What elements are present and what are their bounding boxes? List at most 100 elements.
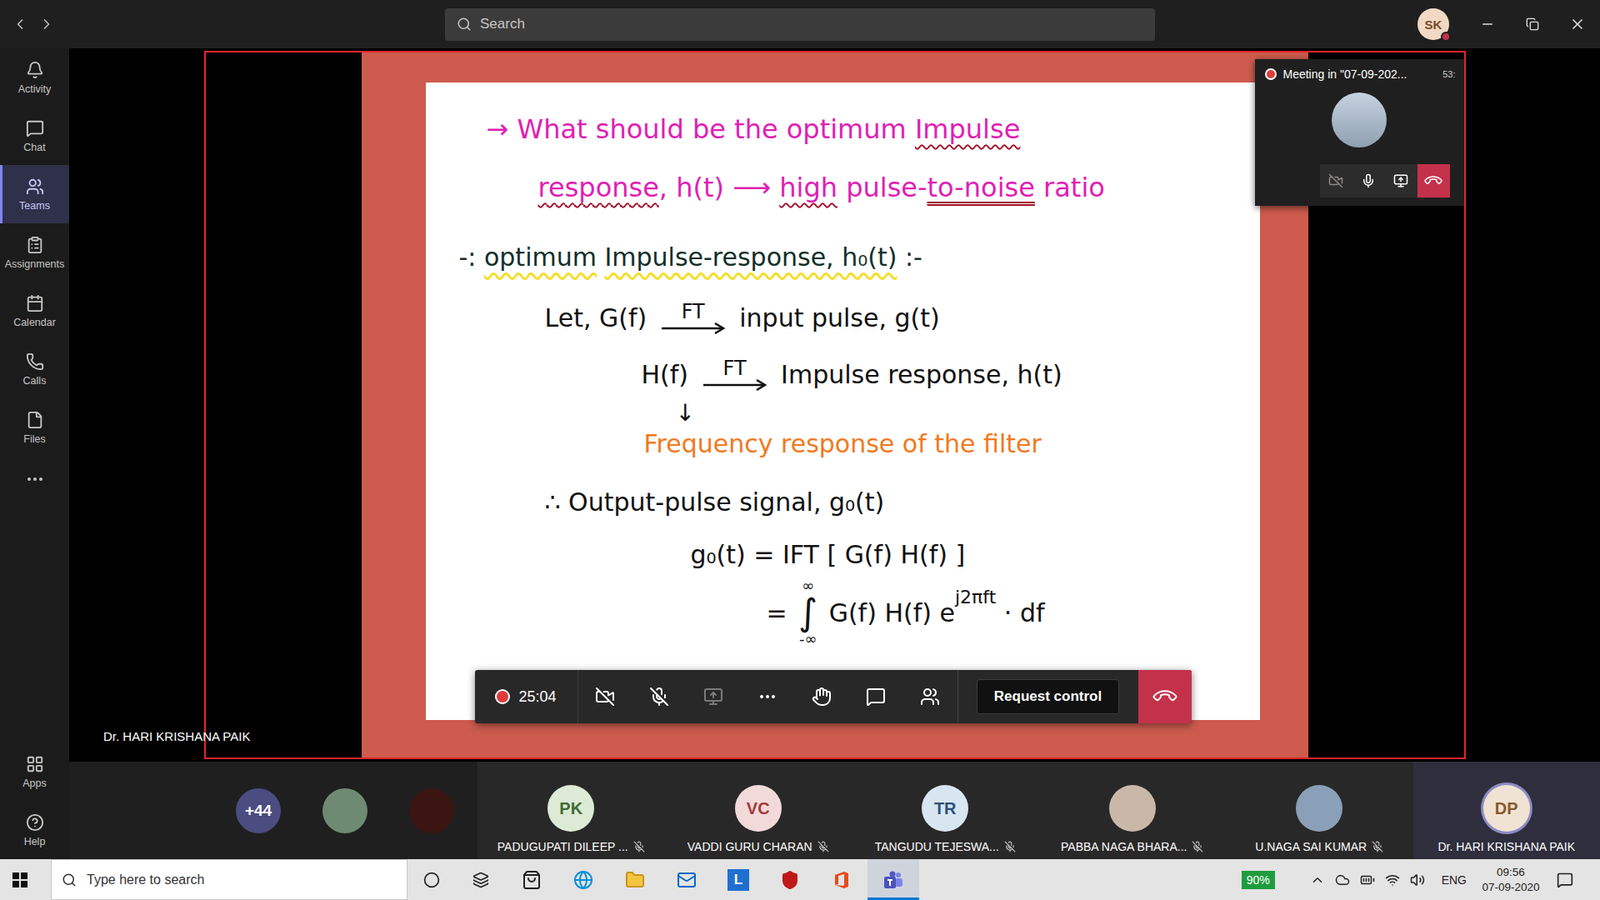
cortana-button[interactable]: [407, 859, 456, 900]
teams-icon: [882, 870, 905, 890]
onedrive-tray[interactable]: [1330, 872, 1355, 888]
taskbar-app[interactable]: [609, 859, 661, 900]
search-box[interactable]: Search: [445, 8, 1155, 41]
wifi-tray[interactable]: [1380, 872, 1405, 888]
muted-icon: [817, 840, 830, 853]
taskbar-app[interactable]: [660, 859, 713, 900]
notes-line: H(f) FT Impulse response, h(t): [425, 349, 1260, 400]
share-icon: [1393, 173, 1409, 189]
participant-name-text: Dr. HARI KRISHANA PAIK: [1437, 840, 1575, 854]
note-text: · df: [995, 598, 1045, 628]
integral-sign: ∫: [798, 594, 818, 631]
mic-button[interactable]: [632, 670, 687, 724]
taskbar-search-placeholder: Type here to search: [86, 872, 205, 888]
rail-item[interactable]: Help: [0, 800, 70, 860]
camera-button[interactable]: [578, 670, 633, 724]
transform-label: FT: [723, 357, 747, 380]
rail-item[interactable]: Files: [0, 398, 70, 457]
cloud-icon: [1335, 872, 1350, 888]
recording-timer: 25:04: [475, 670, 579, 724]
restore-button[interactable]: [1510, 0, 1555, 49]
chat-button[interactable]: [849, 670, 904, 724]
close-icon: [1569, 15, 1586, 33]
raise-hand-button[interactable]: [795, 670, 850, 724]
muted-icon: [633, 840, 645, 853]
rail-item[interactable]: Apps: [0, 742, 70, 801]
integral-upper-limit: ∞: [801, 577, 815, 595]
mini-camera-button[interactable]: [1320, 164, 1353, 198]
rail-item[interactable]: Chat: [0, 106, 70, 165]
cortana-icon: [423, 871, 440, 889]
taskbar-app[interactable]: [815, 859, 868, 900]
rail-item[interactable]: Calls: [0, 340, 70, 399]
start-button[interactable]: [0, 859, 40, 900]
taskbar-search[interactable]: Type here to search: [50, 859, 408, 900]
battery-tray[interactable]: [1355, 872, 1380, 888]
rail-item[interactable]: Teams: [0, 165, 70, 224]
participant-thumbnail[interactable]: [322, 788, 368, 834]
notifications-button[interactable]: [1546, 871, 1584, 889]
tray-expand[interactable]: [1305, 872, 1330, 888]
note-text: high: [779, 171, 838, 204]
forward-icon[interactable]: [38, 15, 55, 33]
rail-item-icon: [25, 352, 45, 371]
mini-share-button[interactable]: [1385, 164, 1418, 198]
rail-item-icon: [25, 410, 45, 430]
taskbar-app[interactable]: [557, 859, 610, 900]
participant-tile[interactable]: DP Dr. HARI KRISHANA PAIK: [1413, 761, 1600, 860]
participant-overflow: +44: [69, 761, 478, 860]
task-view-icon: [472, 871, 490, 889]
rail-top: ActivityChatTeamsAssignmentsCalendar Call…: [0, 48, 70, 502]
participant-avatar: DP: [1483, 785, 1530, 832]
taskbar-app[interactable]: [867, 859, 920, 900]
participant-tile[interactable]: VCVADDI GURU CHARAN: [665, 761, 853, 860]
note-text: , h(t) ⟶: [659, 171, 780, 204]
participant-name-text: U.NAGA SAI KUMAR: [1255, 840, 1367, 854]
volume-tray[interactable]: [1405, 872, 1430, 888]
overflow-count[interactable]: +44: [235, 788, 281, 834]
rail-item[interactable]: Calendar: [0, 281, 70, 340]
mcafee-icon: [780, 870, 800, 890]
task-view-button[interactable]: [455, 859, 506, 900]
more-apps-button[interactable]: [0, 456, 70, 502]
note-text: ratio: [1035, 171, 1105, 204]
rail-item-label: Calls: [23, 375, 47, 387]
rail-item[interactable]: Assignments: [0, 223, 70, 282]
taskbar-app[interactable]: L: [712, 859, 765, 900]
hangup-button[interactable]: [1138, 670, 1192, 724]
folder-icon: [625, 870, 645, 890]
notes-line: g₀(t) = IFT [ G(f) H(f) ]: [425, 533, 1260, 575]
more-actions-button[interactable]: [740, 670, 795, 724]
mini-mic-button[interactable]: [1352, 164, 1385, 198]
mini-hangup-button[interactable]: [1417, 164, 1450, 198]
integral-lower-limit: -∞: [799, 630, 818, 648]
transform-arrow: FT: [701, 357, 769, 391]
back-icon[interactable]: [11, 15, 29, 33]
participant-tile[interactable]: PKPADUGUPATI DILEEP ...: [477, 761, 665, 860]
muted-icon: [1191, 840, 1204, 853]
participants-button[interactable]: [903, 670, 958, 724]
rail-item[interactable]: Activity: [0, 48, 70, 107]
clock[interactable]: 09:5607-09-2020: [1475, 865, 1547, 895]
taskbar: Type here to searchL90%ENG09:5607-09-202…: [0, 859, 1600, 900]
recording-dot: [495, 689, 510, 705]
volume-icon: [1410, 872, 1425, 888]
recording-dot: [1265, 68, 1277, 80]
minimize-button[interactable]: [1465, 0, 1510, 49]
share-button[interactable]: [686, 670, 741, 724]
participant-tile[interactable]: U.NAGA SAI KUMAR: [1225, 761, 1414, 860]
language-indicator[interactable]: ENG: [1441, 873, 1467, 887]
participant-tile[interactable]: PABBA NAGA BHARA...: [1039, 761, 1227, 860]
clock-date: 07-09-2020: [1481, 880, 1540, 895]
hangup-icon: [1422, 170, 1444, 191]
participant-thumbnail[interactable]: [409, 788, 455, 834]
taskbar-app[interactable]: [505, 859, 558, 900]
notification-icon: [1556, 871, 1574, 889]
search-icon: [61, 872, 77, 888]
account-avatar[interactable]: SK: [1417, 8, 1450, 40]
meeting-mini-window[interactable]: Meeting in "07-09-202...53:: [1255, 59, 1465, 206]
taskbar-app[interactable]: [764, 859, 816, 900]
request-control-button[interactable]: Request control: [976, 679, 1120, 715]
participant-tile[interactable]: TRTANGUDU TEJESWA...: [851, 761, 1040, 860]
close-button[interactable]: [1555, 0, 1600, 49]
